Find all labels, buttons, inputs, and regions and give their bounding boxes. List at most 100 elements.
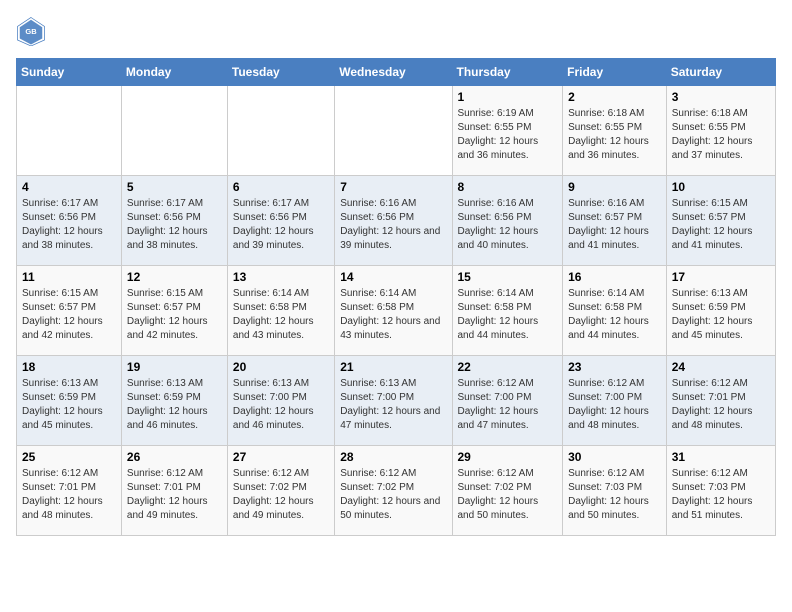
day-info: Sunrise: 6:17 AMSunset: 6:56 PMDaylight:…	[22, 197, 116, 253]
day-cell: 3 Sunrise: 6:18 AMSunset: 6:55 PMDayligh…	[666, 86, 775, 176]
day-cell: 31 Sunrise: 6:12 AMSunset: 7:03 PMDaylig…	[666, 446, 775, 536]
day-info: Sunrise: 6:17 AMSunset: 6:56 PMDaylight:…	[233, 197, 329, 253]
day-cell: 26 Sunrise: 6:12 AMSunset: 7:01 PMDaylig…	[121, 446, 227, 536]
day-cell: 14 Sunrise: 6:14 AMSunset: 6:58 PMDaylig…	[335, 266, 452, 356]
day-info: Sunrise: 6:12 AMSunset: 7:02 PMDaylight:…	[458, 467, 558, 523]
day-number: 6	[233, 180, 329, 194]
day-cell: 15 Sunrise: 6:14 AMSunset: 6:58 PMDaylig…	[452, 266, 563, 356]
day-cell: 2 Sunrise: 6:18 AMSunset: 6:55 PMDayligh…	[563, 86, 667, 176]
day-cell: 16 Sunrise: 6:14 AMSunset: 6:58 PMDaylig…	[563, 266, 667, 356]
weekday-header-row: SundayMondayTuesdayWednesdayThursdayFrid…	[17, 59, 776, 86]
week-row-1: 1 Sunrise: 6:19 AMSunset: 6:55 PMDayligh…	[17, 86, 776, 176]
day-info: Sunrise: 6:12 AMSunset: 7:00 PMDaylight:…	[458, 377, 558, 433]
day-number: 22	[458, 360, 558, 374]
day-info: Sunrise: 6:19 AMSunset: 6:55 PMDaylight:…	[458, 107, 558, 163]
day-cell: 25 Sunrise: 6:12 AMSunset: 7:01 PMDaylig…	[17, 446, 122, 536]
day-info: Sunrise: 6:16 AMSunset: 6:57 PMDaylight:…	[568, 197, 661, 253]
day-cell: 5 Sunrise: 6:17 AMSunset: 6:56 PMDayligh…	[121, 176, 227, 266]
day-info: Sunrise: 6:12 AMSunset: 7:01 PMDaylight:…	[672, 377, 770, 433]
day-cell: 21 Sunrise: 6:13 AMSunset: 7:00 PMDaylig…	[335, 356, 452, 446]
day-number: 30	[568, 450, 661, 464]
day-cell: 1 Sunrise: 6:19 AMSunset: 6:55 PMDayligh…	[452, 86, 563, 176]
day-info: Sunrise: 6:12 AMSunset: 7:00 PMDaylight:…	[568, 377, 661, 433]
day-cell: 4 Sunrise: 6:17 AMSunset: 6:56 PMDayligh…	[17, 176, 122, 266]
calendar-table: SundayMondayTuesdayWednesdayThursdayFrid…	[16, 58, 776, 536]
day-number: 24	[672, 360, 770, 374]
day-cell: 27 Sunrise: 6:12 AMSunset: 7:02 PMDaylig…	[227, 446, 334, 536]
weekday-header-friday: Friday	[563, 59, 667, 86]
day-number: 7	[340, 180, 446, 194]
day-cell: 10 Sunrise: 6:15 AMSunset: 6:57 PMDaylig…	[666, 176, 775, 266]
day-number: 16	[568, 270, 661, 284]
weekday-header-wednesday: Wednesday	[335, 59, 452, 86]
day-cell: 20 Sunrise: 6:13 AMSunset: 7:00 PMDaylig…	[227, 356, 334, 446]
day-number: 9	[568, 180, 661, 194]
day-cell: 12 Sunrise: 6:15 AMSunset: 6:57 PMDaylig…	[121, 266, 227, 356]
day-info: Sunrise: 6:12 AMSunset: 7:02 PMDaylight:…	[233, 467, 329, 523]
day-info: Sunrise: 6:18 AMSunset: 6:55 PMDaylight:…	[672, 107, 770, 163]
weekday-header-tuesday: Tuesday	[227, 59, 334, 86]
day-info: Sunrise: 6:13 AMSunset: 6:59 PMDaylight:…	[672, 287, 770, 343]
day-cell	[335, 86, 452, 176]
day-info: Sunrise: 6:13 AMSunset: 6:59 PMDaylight:…	[127, 377, 222, 433]
day-number: 23	[568, 360, 661, 374]
day-cell: 17 Sunrise: 6:13 AMSunset: 6:59 PMDaylig…	[666, 266, 775, 356]
day-info: Sunrise: 6:14 AMSunset: 6:58 PMDaylight:…	[568, 287, 661, 343]
weekday-header-saturday: Saturday	[666, 59, 775, 86]
logo-icon: GB	[16, 16, 46, 46]
day-number: 1	[458, 90, 558, 104]
svg-text:GB: GB	[25, 27, 37, 36]
day-cell: 29 Sunrise: 6:12 AMSunset: 7:02 PMDaylig…	[452, 446, 563, 536]
weekday-header-monday: Monday	[121, 59, 227, 86]
logo: GB	[16, 16, 50, 46]
day-cell: 18 Sunrise: 6:13 AMSunset: 6:59 PMDaylig…	[17, 356, 122, 446]
day-number: 27	[233, 450, 329, 464]
day-info: Sunrise: 6:15 AMSunset: 6:57 PMDaylight:…	[22, 287, 116, 343]
day-number: 12	[127, 270, 222, 284]
day-info: Sunrise: 6:15 AMSunset: 6:57 PMDaylight:…	[127, 287, 222, 343]
day-info: Sunrise: 6:16 AMSunset: 6:56 PMDaylight:…	[340, 197, 446, 253]
day-info: Sunrise: 6:13 AMSunset: 7:00 PMDaylight:…	[233, 377, 329, 433]
day-info: Sunrise: 6:12 AMSunset: 7:03 PMDaylight:…	[568, 467, 661, 523]
day-cell	[17, 86, 122, 176]
day-info: Sunrise: 6:13 AMSunset: 7:00 PMDaylight:…	[340, 377, 446, 433]
day-number: 28	[340, 450, 446, 464]
day-number: 4	[22, 180, 116, 194]
day-info: Sunrise: 6:18 AMSunset: 6:55 PMDaylight:…	[568, 107, 661, 163]
day-cell: 7 Sunrise: 6:16 AMSunset: 6:56 PMDayligh…	[335, 176, 452, 266]
day-info: Sunrise: 6:13 AMSunset: 6:59 PMDaylight:…	[22, 377, 116, 433]
day-number: 20	[233, 360, 329, 374]
day-info: Sunrise: 6:14 AMSunset: 6:58 PMDaylight:…	[233, 287, 329, 343]
day-number: 3	[672, 90, 770, 104]
day-number: 10	[672, 180, 770, 194]
day-cell	[227, 86, 334, 176]
day-number: 8	[458, 180, 558, 194]
day-cell: 30 Sunrise: 6:12 AMSunset: 7:03 PMDaylig…	[563, 446, 667, 536]
day-info: Sunrise: 6:14 AMSunset: 6:58 PMDaylight:…	[458, 287, 558, 343]
day-info: Sunrise: 6:12 AMSunset: 7:03 PMDaylight:…	[672, 467, 770, 523]
day-cell: 13 Sunrise: 6:14 AMSunset: 6:58 PMDaylig…	[227, 266, 334, 356]
day-number: 25	[22, 450, 116, 464]
day-cell: 9 Sunrise: 6:16 AMSunset: 6:57 PMDayligh…	[563, 176, 667, 266]
calendar-body: 1 Sunrise: 6:19 AMSunset: 6:55 PMDayligh…	[17, 86, 776, 536]
calendar-header: SundayMondayTuesdayWednesdayThursdayFrid…	[17, 59, 776, 86]
day-number: 29	[458, 450, 558, 464]
day-number: 19	[127, 360, 222, 374]
day-info: Sunrise: 6:12 AMSunset: 7:01 PMDaylight:…	[127, 467, 222, 523]
weekday-header-thursday: Thursday	[452, 59, 563, 86]
day-info: Sunrise: 6:12 AMSunset: 7:02 PMDaylight:…	[340, 467, 446, 523]
week-row-4: 18 Sunrise: 6:13 AMSunset: 6:59 PMDaylig…	[17, 356, 776, 446]
day-number: 26	[127, 450, 222, 464]
day-number: 2	[568, 90, 661, 104]
week-row-2: 4 Sunrise: 6:17 AMSunset: 6:56 PMDayligh…	[17, 176, 776, 266]
day-cell: 28 Sunrise: 6:12 AMSunset: 7:02 PMDaylig…	[335, 446, 452, 536]
day-info: Sunrise: 6:12 AMSunset: 7:01 PMDaylight:…	[22, 467, 116, 523]
day-info: Sunrise: 6:16 AMSunset: 6:56 PMDaylight:…	[458, 197, 558, 253]
day-number: 17	[672, 270, 770, 284]
weekday-header-sunday: Sunday	[17, 59, 122, 86]
day-number: 21	[340, 360, 446, 374]
day-cell: 24 Sunrise: 6:12 AMSunset: 7:01 PMDaylig…	[666, 356, 775, 446]
week-row-5: 25 Sunrise: 6:12 AMSunset: 7:01 PMDaylig…	[17, 446, 776, 536]
page-header: GB	[16, 16, 776, 46]
day-info: Sunrise: 6:15 AMSunset: 6:57 PMDaylight:…	[672, 197, 770, 253]
